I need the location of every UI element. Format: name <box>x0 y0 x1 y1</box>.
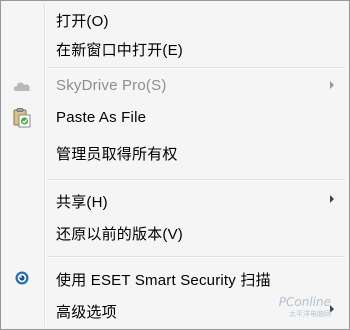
paste-file-icon <box>11 107 33 129</box>
menu-separator <box>47 179 345 181</box>
menu-item-open[interactable]: 打开(O) <box>4 6 346 32</box>
menu-item-label: 高级选项 <box>56 304 117 321</box>
menu-item-skydrive-pro[interactable]: SkyDrive Pro(S) <box>4 73 346 99</box>
menu-item-label: 打开(O) <box>56 13 109 30</box>
eset-eye-icon <box>11 267 33 289</box>
menu-item-open-new-window[interactable]: 在新窗口中打开(E) <box>4 35 346 61</box>
watermark-logo: PConline 太平洋电脑网 <box>267 295 331 321</box>
menu-item-label: 在新窗口中打开(E) <box>56 42 183 59</box>
menu-separator <box>47 256 345 258</box>
menu-item-label: SkyDrive Pro(S) <box>56 77 167 94</box>
cloud-icon <box>11 75 33 97</box>
menu-item-label: 使用 ESET Smart Security 扫描 <box>56 272 271 289</box>
context-menu: 打开(O) 在新窗口中打开(E) SkyDrive Pro(S) Paste A… <box>0 0 350 330</box>
menu-item-label: Paste As File <box>56 109 147 126</box>
menu-item-restore-previous-versions[interactable]: 还原以前的版本(V) <box>4 219 346 245</box>
menu-item-take-ownership[interactable]: 管理员取得所有权 <box>4 139 346 165</box>
menu-item-label: 还原以前的版本(V) <box>56 226 183 243</box>
menu-item-share[interactable]: 共享(H) <box>4 187 346 213</box>
menu-item-eset-scan[interactable]: 使用 ESET Smart Security 扫描 <box>4 265 346 291</box>
watermark-subtext: 太平洋电脑网 <box>289 310 331 318</box>
submenu-arrow-icon <box>330 195 334 203</box>
menu-item-label: 共享(H) <box>56 194 108 211</box>
menu-item-paste-as-file[interactable]: Paste As File <box>4 105 346 131</box>
watermark-text: PConline <box>278 295 331 309</box>
menu-separator <box>47 67 345 69</box>
menu-item-label: 管理员取得所有权 <box>56 146 178 163</box>
submenu-arrow-icon <box>330 81 334 89</box>
